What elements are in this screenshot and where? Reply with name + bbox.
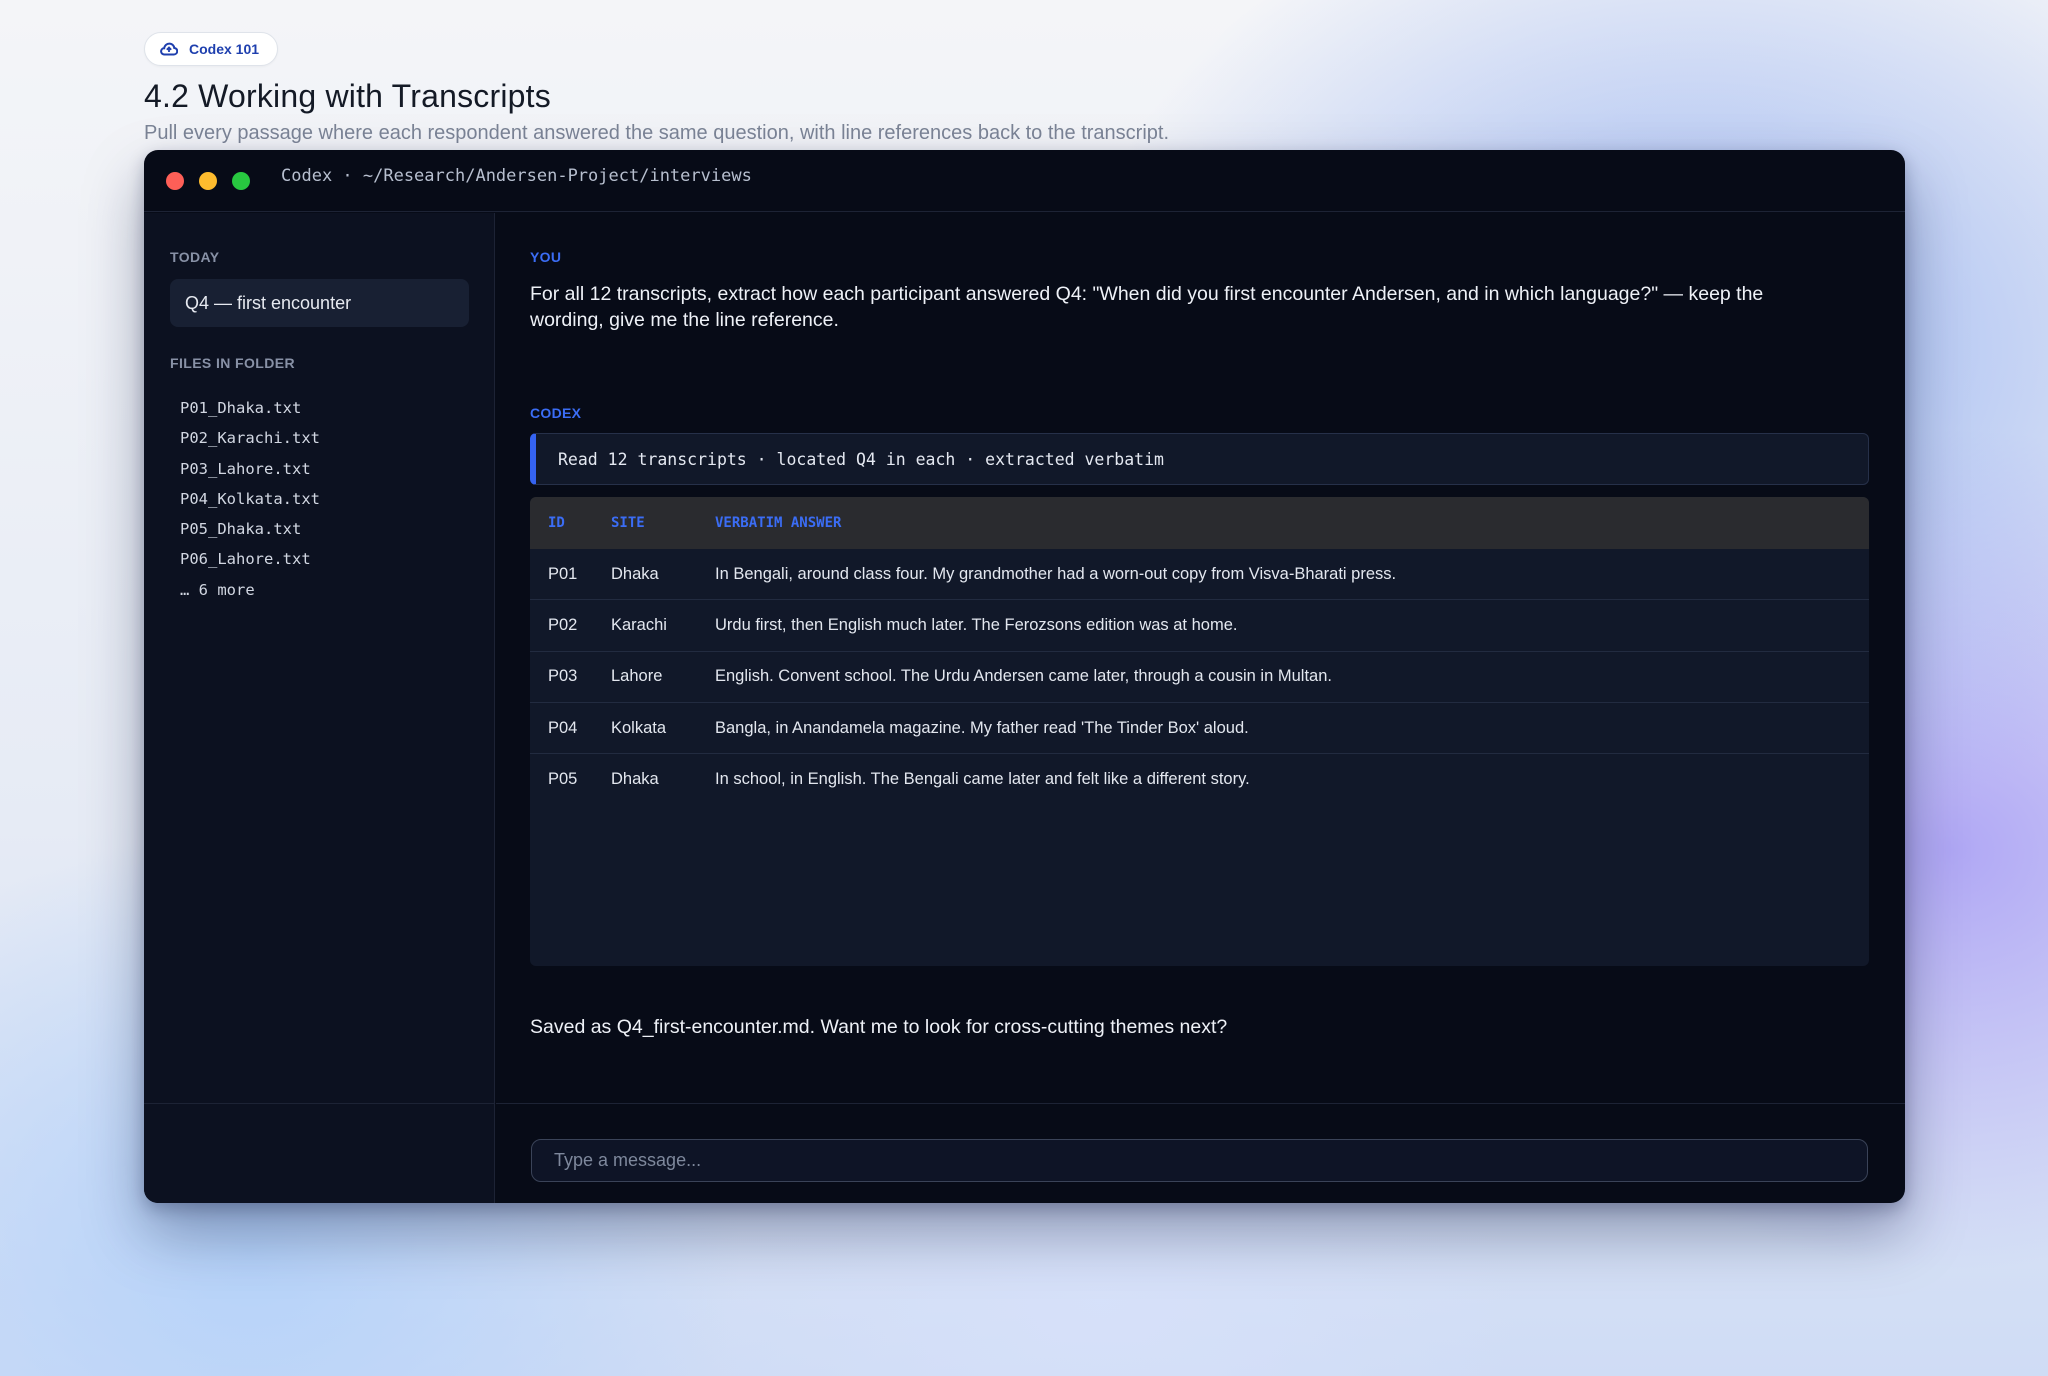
table-row: P05 Dhaka In school, in English. The Ben… — [530, 754, 1869, 805]
table-header: ID SITE VERBATIM ANSWER — [530, 497, 1869, 549]
file-list: P01_Dhaka.txt P02_Karachi.txt P03_Lahore… — [180, 393, 320, 605]
chat-item-q4[interactable]: Q4 — first encounter — [170, 279, 469, 327]
cell-answer: English. Convent school. The Urdu Anders… — [715, 667, 1332, 686]
codex-role-label: CODEX — [530, 405, 582, 421]
tool-status: Read 12 transcripts · located Q4 in each… — [530, 433, 1869, 485]
file-item[interactable]: P01_Dhaka.txt — [180, 393, 320, 423]
course-badge-label: Codex 101 — [189, 41, 260, 57]
today-heading: TODAY — [170, 249, 220, 265]
cell-id: P04 — [548, 718, 578, 737]
cell-id: P05 — [548, 770, 578, 789]
cell-id: P01 — [548, 564, 578, 583]
sidebar-footer — [144, 1103, 494, 1203]
column-header-answer: VERBATIM ANSWER — [715, 515, 842, 531]
user-role-label: YOU — [530, 249, 562, 265]
more-files-link[interactable]: … 6 more — [180, 575, 320, 605]
assistant-message: Saved as Q4_first-encounter.md. Want me … — [530, 1016, 1228, 1038]
close-window-button[interactable] — [166, 172, 184, 190]
file-item[interactable]: P06_Lahore.txt — [180, 544, 320, 574]
cell-site: Dhaka — [611, 564, 659, 583]
cell-site: Karachi — [611, 615, 667, 634]
cell-answer: In school, in English. The Bengali came … — [715, 770, 1250, 789]
course-badge[interactable]: Codex 101 — [144, 32, 279, 66]
message-input[interactable] — [531, 1139, 1868, 1182]
tool-status-text: Read 12 transcripts · located Q4 in each… — [558, 449, 1164, 469]
cloud-icon — [159, 39, 179, 59]
cell-answer: Urdu first, then English much later. The… — [715, 615, 1238, 634]
composer-area — [496, 1103, 1905, 1203]
minimize-window-button[interactable] — [199, 172, 217, 190]
cell-id: P03 — [548, 667, 578, 686]
maximize-window-button[interactable] — [232, 172, 250, 190]
cell-answer: Bangla, in Anandamela magazine. My fathe… — [715, 718, 1249, 737]
window-title: Codex · ~/Research/Andersen-Project/inte… — [281, 166, 752, 186]
results-table: ID SITE VERBATIM ANSWER P01 Dhaka In Ben… — [530, 497, 1869, 966]
file-item[interactable]: P05_Dhaka.txt — [180, 514, 320, 544]
sidebar: TODAY Q4 — first encounter FILES IN FOLD… — [144, 213, 495, 1203]
file-item[interactable]: P04_Kolkata.txt — [180, 484, 320, 514]
table-row: P03 Lahore English. Convent school. The … — [530, 652, 1869, 703]
page-subtitle: Pull every passage where each respondent… — [144, 122, 1170, 144]
cell-site: Kolkata — [611, 718, 667, 737]
cell-answer: In Bengali, around class four. My grandm… — [715, 564, 1397, 583]
table-row: P01 Dhaka In Bengali, around class four.… — [530, 549, 1869, 601]
file-item[interactable]: P03_Lahore.txt — [180, 454, 320, 484]
app-window: Codex · ~/Research/Andersen-Project/inte… — [144, 150, 1905, 1203]
file-item[interactable]: P02_Karachi.txt — [180, 423, 320, 453]
cell-id: P02 — [548, 615, 578, 634]
conversation-pane: YOU For all 12 transcripts, extract how … — [496, 213, 1905, 1203]
user-message: For all 12 transcripts, extract how each… — [530, 283, 1764, 331]
cell-site: Dhaka — [611, 770, 659, 789]
titlebar: Codex · ~/Research/Andersen-Project/inte… — [144, 150, 1905, 212]
column-header-site: SITE — [611, 515, 645, 531]
cell-site: Lahore — [611, 667, 663, 686]
table-row: P02 Karachi Urdu first, then English muc… — [530, 600, 1869, 652]
column-header-id: ID — [548, 515, 565, 531]
page-title: 4.2 Working with Transcripts — [144, 78, 551, 114]
files-heading: FILES IN FOLDER — [170, 355, 295, 371]
table-row: P04 Kolkata Bangla, in Anandamela magazi… — [530, 703, 1869, 755]
